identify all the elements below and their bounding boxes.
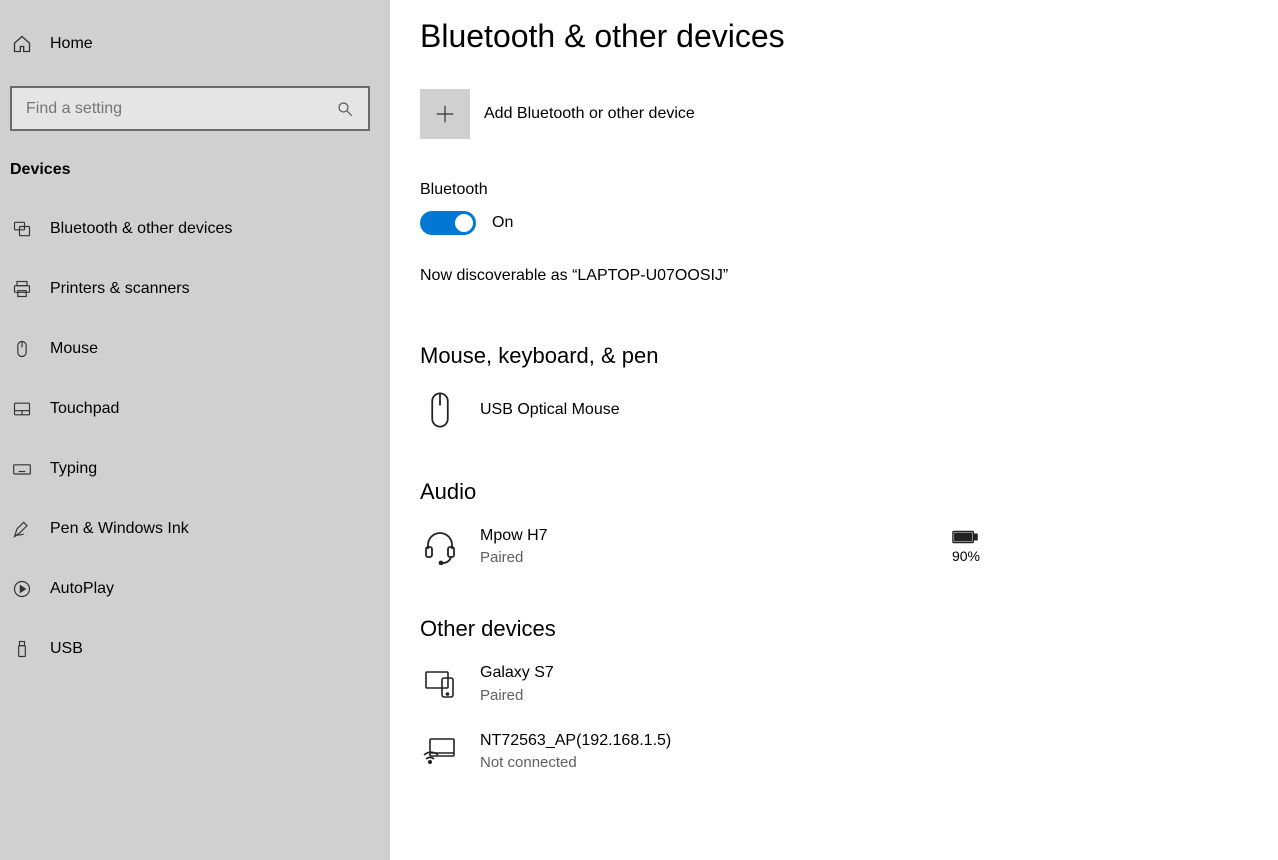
device-name: Mpow H7 xyxy=(480,525,952,547)
device-row[interactable]: Mpow H7 Paired 90% xyxy=(420,523,980,570)
sidebar-item-usb[interactable]: USB xyxy=(0,619,390,679)
sidebar-item-typing[interactable]: Typing xyxy=(0,439,390,499)
sidebar-item-label: AutoPlay xyxy=(50,580,114,598)
group-mouse-keyboard-pen: Mouse, keyboard, & pen USB Optical Mouse xyxy=(420,343,1248,433)
add-device-button[interactable]: Add Bluetooth or other device xyxy=(420,89,1248,139)
search-input[interactable] xyxy=(26,100,336,118)
headset-icon xyxy=(420,526,460,568)
page-title: Bluetooth & other devices xyxy=(420,18,1248,55)
bluetooth-section-label: Bluetooth xyxy=(420,181,1248,199)
group-title: Other devices xyxy=(420,616,1248,642)
printer-icon xyxy=(10,277,34,301)
search-icon xyxy=(336,100,354,118)
sidebar: Home Devices Bluetooth & other devices P… xyxy=(0,0,390,860)
device-row[interactable]: NT72563_AP(192.168.1.5) Not connected xyxy=(420,728,980,775)
mouse-icon xyxy=(420,389,460,431)
home-link[interactable]: Home xyxy=(0,20,390,68)
pen-icon xyxy=(10,517,34,541)
usb-icon xyxy=(10,637,34,661)
device-row[interactable]: USB Optical Mouse xyxy=(420,387,980,433)
sidebar-item-autoplay[interactable]: AutoPlay xyxy=(0,559,390,619)
battery-indicator: 90% xyxy=(952,530,980,564)
display-icon xyxy=(420,730,460,772)
device-row[interactable]: Galaxy S7 Paired xyxy=(420,660,980,707)
device-name: USB Optical Mouse xyxy=(480,399,980,421)
group-title: Audio xyxy=(420,479,1248,505)
device-status: Not connected xyxy=(480,752,980,773)
battery-icon xyxy=(952,530,980,544)
sidebar-item-label: Touchpad xyxy=(50,400,119,418)
keyboard-icon xyxy=(10,457,34,481)
sidebar-item-touchpad[interactable]: Touchpad xyxy=(0,379,390,439)
touchpad-icon xyxy=(10,397,34,421)
group-title: Mouse, keyboard, & pen xyxy=(420,343,1248,369)
devices-icon xyxy=(10,217,34,241)
bluetooth-toggle-state: On xyxy=(492,214,513,232)
home-label: Home xyxy=(50,35,93,53)
sidebar-item-label: Printers & scanners xyxy=(50,280,190,298)
device-name: NT72563_AP(192.168.1.5) xyxy=(480,730,980,752)
device-status: Paired xyxy=(480,685,980,706)
sidebar-item-label: Pen & Windows Ink xyxy=(50,520,189,538)
add-device-label: Add Bluetooth or other device xyxy=(484,105,695,123)
device-name: Galaxy S7 xyxy=(480,662,980,684)
sidebar-item-pen[interactable]: Pen & Windows Ink xyxy=(0,499,390,559)
sidebar-item-bluetooth-devices[interactable]: Bluetooth & other devices xyxy=(0,199,390,259)
phone-icon xyxy=(420,663,460,705)
plus-icon xyxy=(420,89,470,139)
sidebar-item-label: Typing xyxy=(50,460,97,478)
sidebar-item-label: USB xyxy=(50,640,83,658)
search-box[interactable] xyxy=(10,86,370,131)
device-status: Paired xyxy=(480,547,952,568)
bluetooth-toggle[interactable] xyxy=(420,211,476,235)
battery-percentage: 90% xyxy=(952,548,980,564)
sidebar-item-label: Bluetooth & other devices xyxy=(50,220,232,238)
discoverable-text: Now discoverable as “LAPTOP-U07OOSIJ” xyxy=(420,267,1248,285)
content-pane: Bluetooth & other devices Add Bluetooth … xyxy=(390,0,1278,860)
autoplay-icon xyxy=(10,577,34,601)
sidebar-item-label: Mouse xyxy=(50,340,98,358)
home-icon xyxy=(10,32,34,56)
sidebar-item-printers[interactable]: Printers & scanners xyxy=(0,259,390,319)
group-other-devices: Other devices Galaxy S7 Paired xyxy=(420,616,1248,775)
category-header: Devices xyxy=(0,151,390,199)
group-audio: Audio Mpow H7 Paired xyxy=(420,479,1248,570)
sidebar-item-mouse[interactable]: Mouse xyxy=(0,319,390,379)
mouse-icon xyxy=(10,337,34,361)
